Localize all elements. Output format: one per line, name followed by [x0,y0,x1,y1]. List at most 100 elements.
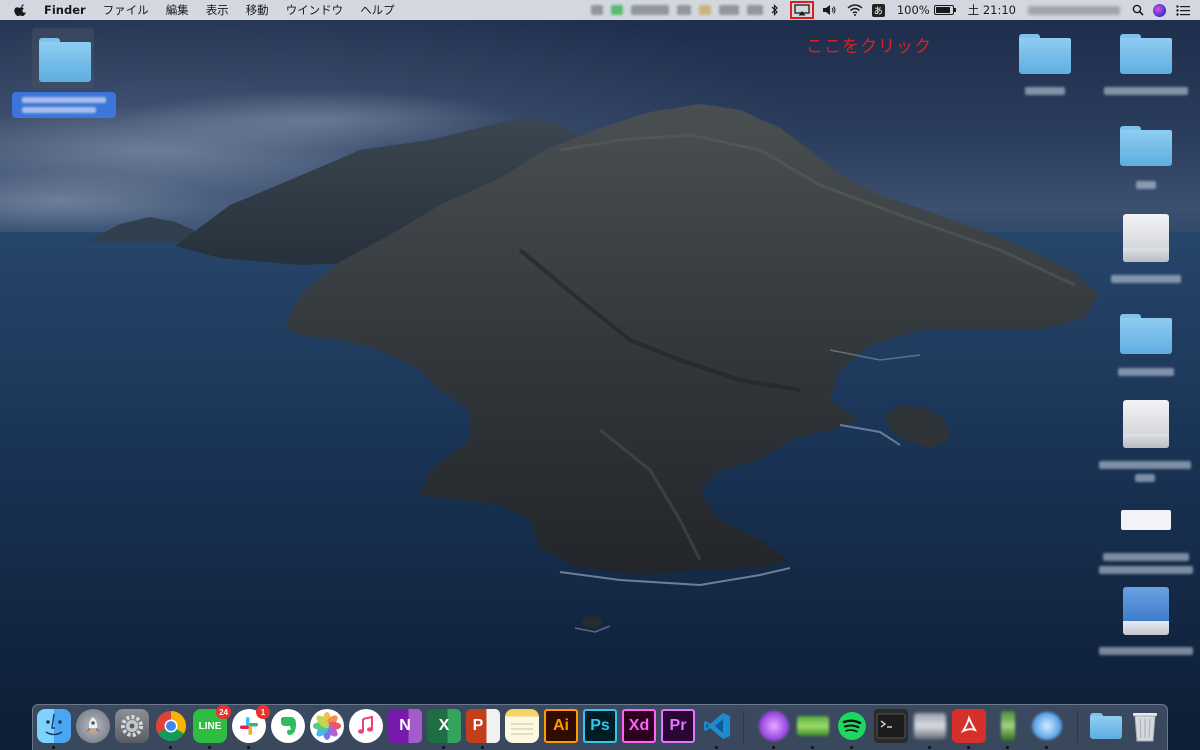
dock-blurred-app-2[interactable] [796,709,830,749]
dock-evernote[interactable] [271,709,305,743]
dock-blurred-app-3[interactable] [913,709,947,749]
dock-photos[interactable] [310,709,344,743]
desktop-folder-4[interactable] [1110,310,1182,380]
dock-blurred-app-1[interactable] [757,709,791,749]
dock-powerpoint[interactable]: P [466,709,500,749]
dock-photoshop[interactable]: Ps [583,709,617,743]
folder-icon [1120,34,1172,74]
running-indicator [481,746,484,749]
user-name-blurred[interactable] [1028,5,1120,15]
menu-app-name[interactable]: Finder [44,3,86,17]
bluetooth-icon[interactable] [771,4,779,16]
status-item-blurred-3[interactable] [630,5,669,15]
running-indicator [52,746,55,749]
menu-view[interactable]: 表示 [206,2,229,18]
running-indicator [208,746,211,749]
dock-line[interactable]: LINE 24 [193,705,231,749]
excel-icon: X [438,717,450,734]
dock-vscode[interactable] [700,709,734,749]
dock-launchpad[interactable] [76,709,110,743]
running-indicator [247,746,250,749]
spotlight-search-icon[interactable] [1132,4,1144,16]
status-item-blurred-6[interactable] [718,5,739,15]
dock-finder[interactable] [37,709,71,749]
dock-xd[interactable]: Xd [622,709,656,743]
folder-label-blurred [1104,87,1188,95]
wifi-icon[interactable] [847,4,863,16]
running-indicator [928,746,931,749]
spotify-icon [838,712,866,740]
desktop-folder-2[interactable] [1100,30,1192,100]
finder-icon [45,713,63,736]
menu-bar: Finder ファイル 編集 表示 移動 ウインドウ ヘルプ あ 100% 土 … [0,0,1200,20]
menu-bar-status-area: あ 100% 土 21:10 [590,0,1190,20]
running-indicator [442,746,445,749]
menu-file[interactable]: ファイル [103,2,149,18]
desktop-file-1[interactable] [1095,505,1197,581]
status-item-blurred-5[interactable] [698,5,711,15]
dock-separator [1077,711,1078,743]
xd-icon: Xd [628,717,650,734]
dock-slack[interactable]: 1 [232,705,270,749]
running-indicator [715,746,718,749]
battery-percentage[interactable]: 100% [897,3,930,17]
dock-system-preferences[interactable] [115,709,149,743]
volume-icon[interactable] [822,4,838,16]
file-thumbnail-icon [1121,510,1171,530]
gear-icon [121,715,143,737]
status-item-blurred-4[interactable] [676,5,691,15]
blurred-icon [1032,712,1062,740]
selected-folder-label-blurred [12,92,116,118]
menu-go[interactable]: 移動 [246,2,269,18]
folder-icon [39,38,91,82]
running-indicator [1006,746,1009,749]
status-item-blurred-2[interactable] [610,5,623,15]
line-icon: LINE [198,720,222,732]
apple-icon[interactable] [14,3,28,17]
desktop-folder-1[interactable] [1015,30,1075,100]
menu-edit[interactable]: 編集 [166,2,189,18]
dock-terminal[interactable] [874,709,908,743]
folder-label-blurred [1025,87,1065,95]
airplay-button[interactable] [789,1,814,19]
dock-downloads-stack[interactable] [1089,709,1123,743]
notification-center-icon[interactable] [1176,4,1190,16]
file-label-blurred [1103,553,1189,561]
airplay-icon [794,4,810,16]
dock-premiere[interactable]: Pr [661,709,695,743]
desktop-drive-1[interactable] [1105,212,1187,288]
battery-icon[interactable] [933,5,956,15]
dock-music[interactable] [349,709,383,743]
desktop-drive-3[interactable] [1095,585,1197,661]
dock-onenote[interactable]: N [388,709,422,743]
dock-blurred-app-4[interactable] [991,709,1025,749]
dock-notes[interactable] [505,709,539,743]
illustrator-icon: Ai [553,717,569,734]
dock-spotify[interactable] [835,709,869,749]
blurred-icon [759,711,789,741]
desktop-drive-2[interactable] [1095,398,1197,488]
dock-blurred-app-5[interactable] [1030,709,1064,749]
menu-clock[interactable]: 土 21:10 [968,2,1016,18]
input-method-icon[interactable]: あ [871,3,885,17]
dock-illustrator[interactable]: Ai [544,709,578,743]
slack-icon [240,717,258,735]
siri-icon[interactable] [1153,3,1166,17]
status-item-blurred-7[interactable] [746,5,763,15]
onenote-icon: N [399,717,411,734]
status-item-blurred-1[interactable] [590,5,603,15]
menu-window[interactable]: ウインドウ [286,2,344,18]
dock-acrobat[interactable] [952,709,986,749]
dock-chrome[interactable] [154,709,188,749]
desktop-folder-3[interactable] [1110,122,1182,192]
evernote-icon [281,717,296,735]
running-indicator [169,746,172,749]
running-indicator [850,746,853,749]
blurred-icon [1001,711,1015,741]
wallpaper-island-art [0,90,1200,750]
notification-badge: 24 [216,705,231,719]
blurred-icon [797,716,829,736]
dock-trash[interactable] [1128,709,1162,743]
menu-help[interactable]: ヘルプ [360,2,395,18]
dock-excel[interactable]: X [427,709,461,749]
